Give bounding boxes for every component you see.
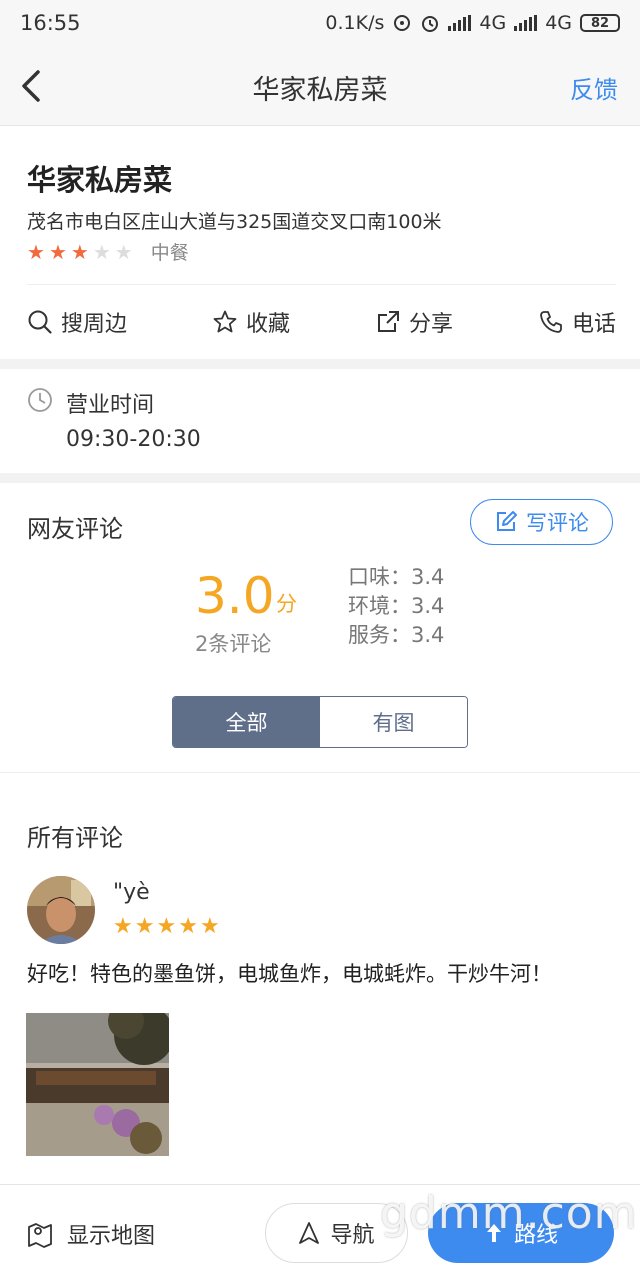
search-icon (28, 310, 52, 334)
empty-star-icon: ★ (92, 239, 111, 264)
reviews-title: 网友评论 (27, 515, 123, 543)
phone-icon (540, 310, 562, 333)
share-label: 分享 (408, 311, 453, 337)
section-divider (0, 473, 640, 483)
overall-score: 3.0 (195, 567, 275, 625)
review-text: 好吃！特色的墨鱼饼，电城鱼炸，电城蚝炸。干炒牛河！ (27, 962, 552, 986)
feedback-button[interactable]: 反馈 (570, 70, 618, 105)
avatar-image (27, 876, 95, 944)
signal-icon (448, 15, 472, 31)
filled-star-icon: ★ (113, 914, 133, 939)
sub-scores: 口味：3.4 环境：3.4 服务：3.4 (348, 563, 444, 650)
network-type-1: 4G (479, 12, 507, 34)
map-icon (28, 1223, 52, 1248)
taste-score: 口味：3.4 (348, 565, 445, 589)
score-unit: 分 (276, 592, 297, 616)
shop-name: 华家私房菜 (27, 163, 173, 197)
star-outline-icon (213, 310, 237, 332)
filled-star-icon: ★ (199, 914, 220, 939)
review-count: 2条评论 (195, 632, 272, 656)
show-map-button[interactable]: 显示地图 (27, 1218, 155, 1250)
filled-star-icon: ★ (156, 914, 177, 939)
review-photo-image (26, 1013, 169, 1156)
battery-icon: 82 (580, 14, 620, 32)
write-review-button[interactable]: 写评论 (470, 499, 613, 545)
filled-star-icon: ★ (178, 914, 198, 939)
show-map-label: 显示地图 (67, 1224, 156, 1249)
nav-bar: 华家私房菜 反馈 (0, 46, 640, 126)
filled-star-icon: ★ (70, 239, 89, 264)
search-nearby-label: 搜周边 (61, 311, 128, 337)
business-hours: 营业时间 09:30-20:30 (0, 369, 640, 473)
alarm-icon (422, 16, 439, 32)
filled-star-icon: ★ (27, 239, 45, 264)
write-review-label: 写评论 (526, 511, 589, 535)
edit-icon (497, 511, 517, 531)
section-divider (0, 359, 640, 369)
cuisine-tag: 中餐 (150, 242, 189, 264)
shop-address: 茂名市电白区庄山大道与325国道交叉口南100米 (27, 211, 442, 233)
hours-title: 营业时间 (66, 393, 155, 418)
navigation-arrow-icon (299, 1222, 320, 1244)
navigate-label: 导航 (330, 1223, 375, 1248)
review-photo[interactable] (26, 1013, 169, 1156)
rating-stars: ★ ★ ★ ★ ★ (27, 241, 137, 263)
action-row: 搜周边 收藏 分享 电话 (27, 284, 616, 358)
service-score: 服务：3.4 (348, 623, 445, 647)
reviewer-name: "yè (113, 880, 150, 905)
page-title: 华家私房菜 (252, 75, 388, 106)
status-time: 16:55 (20, 11, 81, 35)
watermark: gdmm.com (380, 1188, 638, 1239)
environment-score: 环境：3.4 (348, 594, 445, 618)
reviews-summary: 网友评论 写评论 3.0 分 2条评论 口味：3.4 环境：3.4 服务：3.4… (0, 483, 640, 773)
favorite-label: 收藏 (245, 311, 290, 337)
network-type-2: 4G (545, 12, 572, 34)
tab-with-photos[interactable]: 有图 (320, 697, 467, 747)
hours-value: 09:30-20:30 (66, 427, 201, 452)
search-nearby-button[interactable]: 搜周边 (27, 306, 127, 338)
hotspot-icon (394, 15, 411, 31)
share-button[interactable]: 分享 (375, 306, 453, 338)
network-speed: 0.1K/s (325, 12, 385, 34)
status-indicators: 0.1K/s 4G 4G 82 (325, 12, 620, 34)
filled-star-icon: ★ (134, 914, 155, 939)
review-filter-tabs: 全部 有图 (172, 696, 468, 748)
clock-icon (28, 388, 52, 412)
all-reviews-title: 所有评论 (27, 824, 123, 852)
favorite-button[interactable]: 收藏 (212, 306, 290, 338)
reviewer-rating: ★ ★ ★ ★ ★ (113, 916, 222, 938)
filled-star-icon: ★ (48, 239, 67, 264)
shop-rating: ★ ★ ★ ★ ★ 中餐 (27, 238, 189, 265)
status-bar: 16:55 0.1K/s 4G 4G 82 (0, 0, 640, 46)
share-icon (377, 310, 399, 332)
avatar[interactable] (27, 876, 95, 944)
phone-button[interactable]: 电话 (538, 306, 616, 338)
signal-icon-2 (514, 15, 538, 31)
empty-star-icon: ★ (114, 239, 133, 264)
tab-all[interactable]: 全部 (173, 697, 320, 747)
all-reviews: 所有评论 "yè ★ ★ ★ ★ ★ 好吃！特色的墨鱼饼，电城鱼炸，电城蚝炸。干炒牛河！ (0, 774, 640, 1184)
phone-label: 电话 (571, 311, 616, 337)
